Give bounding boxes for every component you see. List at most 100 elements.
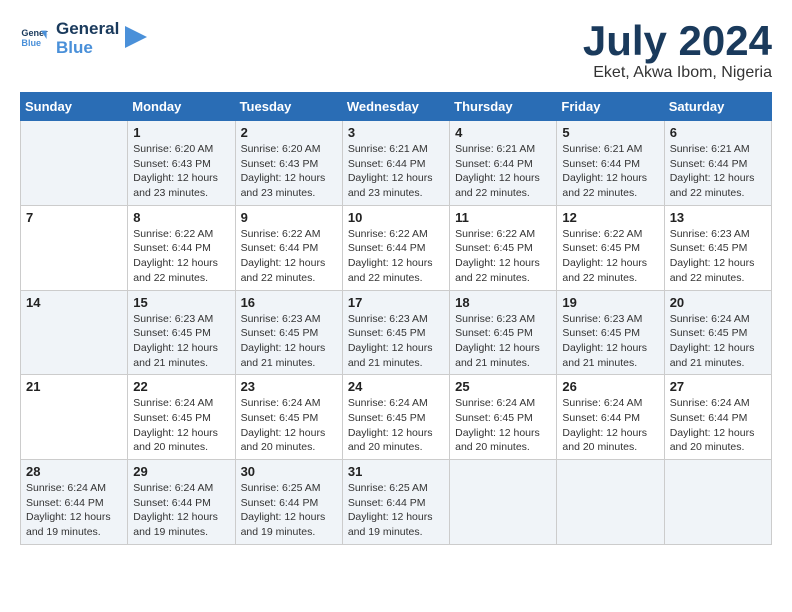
day-info: Sunrise: 6:22 AM Sunset: 6:44 PM Dayligh… (348, 227, 444, 286)
day-info: Sunrise: 6:22 AM Sunset: 6:44 PM Dayligh… (241, 227, 337, 286)
day-number: 22 (133, 379, 229, 394)
location: Eket, Akwa Ibom, Nigeria (583, 64, 772, 82)
day-info: Sunrise: 6:25 AM Sunset: 6:44 PM Dayligh… (241, 481, 337, 540)
day-info: Sunrise: 6:24 AM Sunset: 6:44 PM Dayligh… (133, 481, 229, 540)
calendar-cell: 27Sunrise: 6:24 AM Sunset: 6:44 PM Dayli… (664, 375, 771, 460)
calendar-cell (664, 460, 771, 545)
page-header: General Blue General Blue General Blue J… (20, 20, 772, 82)
day-number: 3 (348, 125, 444, 140)
calendar-cell: 4 Sunrise: 6:21 AM Sunset: 6:44 PM Daylig… (450, 121, 557, 206)
calendar-cell: 7 (21, 205, 128, 290)
header-sunday: Sunday (21, 93, 128, 121)
day-number: 24 (348, 379, 444, 394)
week-row-4: 21 22 Sunrise: 6:24 AM Sunset: 6:45 PM Day… (21, 375, 772, 460)
day-info: Sunrise: 6:20 AM Sunset: 6:43 PM Dayligh… (133, 142, 229, 201)
day-number: 5 (562, 125, 658, 140)
day-number: 16 (241, 295, 337, 310)
day-info: Sunrise: 6:24 AM Sunset: 6:44 PM Dayligh… (26, 481, 122, 540)
header-friday: Friday (557, 93, 664, 121)
calendar-cell: 28Sunrise: 6:24 AM Sunset: 6:44 PM Dayli… (21, 460, 128, 545)
logo: General Blue General Blue General Blue (20, 20, 147, 57)
day-info: Sunrise: 6:24 AM Sunset: 6:45 PM Dayligh… (133, 396, 229, 455)
day-number: 2 (241, 125, 337, 140)
day-number: 11 (455, 210, 551, 225)
calendar-table: SundayMondayTuesdayWednesdayThursdayFrid… (20, 92, 772, 545)
calendar-cell (557, 460, 664, 545)
day-info: Sunrise: 6:24 AM Sunset: 6:45 PM Dayligh… (241, 396, 337, 455)
header-monday: Monday (128, 93, 235, 121)
day-info: Sunrise: 6:24 AM Sunset: 6:44 PM Dayligh… (562, 396, 658, 455)
header-saturday: Saturday (664, 93, 771, 121)
calendar-cell: 19Sunrise: 6:23 AM Sunset: 6:45 PM Dayli… (557, 290, 664, 375)
day-info: Sunrise: 6:21 AM Sunset: 6:44 PM Dayligh… (348, 142, 444, 201)
calendar-cell: 24 Sunrise: 6:24 AM Sunset: 6:45 PM Dayli… (342, 375, 449, 460)
calendar-cell: 22 Sunrise: 6:24 AM Sunset: 6:45 PM Dayli… (128, 375, 235, 460)
calendar-cell: 10 Sunrise: 6:22 AM Sunset: 6:44 PM Dayli… (342, 205, 449, 290)
day-info: Sunrise: 6:23 AM Sunset: 6:45 PM Dayligh… (670, 227, 766, 286)
logo-general: General (56, 20, 119, 39)
week-row-5: 28Sunrise: 6:24 AM Sunset: 6:44 PM Dayli… (21, 460, 772, 545)
header-tuesday: Tuesday (235, 93, 342, 121)
day-info: Sunrise: 6:21 AM Sunset: 6:44 PM Dayligh… (670, 142, 766, 201)
logo-blue: Blue (56, 39, 119, 58)
day-info: Sunrise: 6:23 AM Sunset: 6:45 PM Dayligh… (133, 312, 229, 371)
calendar-cell: 9Sunrise: 6:22 AM Sunset: 6:44 PM Daylig… (235, 205, 342, 290)
day-number: 1 (133, 125, 229, 140)
week-row-3: 14 15 Sunrise: 6:23 AM Sunset: 6:45 PM Day… (21, 290, 772, 375)
calendar-cell: 15 Sunrise: 6:23 AM Sunset: 6:45 PM Dayli… (128, 290, 235, 375)
day-number: 23 (241, 379, 337, 394)
day-number: 7 (26, 210, 122, 225)
day-number: 17 (348, 295, 444, 310)
day-info: Sunrise: 6:24 AM Sunset: 6:45 PM Dayligh… (670, 312, 766, 371)
calendar-cell: 31Sunrise: 6:25 AM Sunset: 6:44 PM Dayli… (342, 460, 449, 545)
day-number: 19 (562, 295, 658, 310)
header-wednesday: Wednesday (342, 93, 449, 121)
svg-text:Blue: Blue (21, 38, 41, 48)
calendar-cell: 13 Sunrise: 6:23 AM Sunset: 6:45 PM Dayli… (664, 205, 771, 290)
day-number: 26 (562, 379, 658, 394)
calendar-cell: 29Sunrise: 6:24 AM Sunset: 6:44 PM Dayli… (128, 460, 235, 545)
day-info: Sunrise: 6:22 AM Sunset: 6:45 PM Dayligh… (455, 227, 551, 286)
calendar-cell: 12 Sunrise: 6:22 AM Sunset: 6:45 PM Dayli… (557, 205, 664, 290)
calendar-cell: 23 Sunrise: 6:24 AM Sunset: 6:45 PM Dayli… (235, 375, 342, 460)
calendar-cell: 6 Sunrise: 6:21 AM Sunset: 6:44 PM Daylig… (664, 121, 771, 206)
calendar-cell: 16Sunrise: 6:23 AM Sunset: 6:45 PM Dayli… (235, 290, 342, 375)
calendar-cell (21, 121, 128, 206)
month-title: July 2024 (583, 20, 772, 62)
day-info: Sunrise: 6:21 AM Sunset: 6:44 PM Dayligh… (562, 142, 658, 201)
calendar-cell: 21 (21, 375, 128, 460)
day-number: 18 (455, 295, 551, 310)
calendar-cell: 26 Sunrise: 6:24 AM Sunset: 6:44 PM Dayli… (557, 375, 664, 460)
logo-arrow-icon (125, 26, 147, 48)
day-number: 14 (26, 295, 122, 310)
day-info: Sunrise: 6:24 AM Sunset: 6:45 PM Dayligh… (455, 396, 551, 455)
calendar-cell: 20 Sunrise: 6:24 AM Sunset: 6:45 PM Dayli… (664, 290, 771, 375)
day-number: 13 (670, 210, 766, 225)
day-number: 6 (670, 125, 766, 140)
calendar-cell: 5 Sunrise: 6:21 AM Sunset: 6:44 PM Daylig… (557, 121, 664, 206)
day-number: 4 (455, 125, 551, 140)
day-number: 31 (348, 464, 444, 479)
day-number: 8 (133, 210, 229, 225)
header-thursday: Thursday (450, 93, 557, 121)
day-number: 25 (455, 379, 551, 394)
day-info: Sunrise: 6:21 AM Sunset: 6:44 PM Dayligh… (455, 142, 551, 201)
day-info: Sunrise: 6:23 AM Sunset: 6:45 PM Dayligh… (455, 312, 551, 371)
logo-icon: General Blue (20, 25, 48, 53)
week-row-1: 1 Sunrise: 6:20 AM Sunset: 6:43 PM Daylig… (21, 121, 772, 206)
day-number: 10 (348, 210, 444, 225)
day-number: 15 (133, 295, 229, 310)
day-number: 20 (670, 295, 766, 310)
day-number: 30 (241, 464, 337, 479)
calendar-cell: 14 (21, 290, 128, 375)
week-row-2: 78 Sunrise: 6:22 AM Sunset: 6:44 PM Dayli… (21, 205, 772, 290)
calendar-cell: 11 Sunrise: 6:22 AM Sunset: 6:45 PM Dayli… (450, 205, 557, 290)
calendar-cell: 30 Sunrise: 6:25 AM Sunset: 6:44 PM Dayli… (235, 460, 342, 545)
day-info: Sunrise: 6:24 AM Sunset: 6:44 PM Dayligh… (670, 396, 766, 455)
day-info: Sunrise: 6:23 AM Sunset: 6:45 PM Dayligh… (348, 312, 444, 371)
day-info: Sunrise: 6:24 AM Sunset: 6:45 PM Dayligh… (348, 396, 444, 455)
calendar-cell (450, 460, 557, 545)
day-info: Sunrise: 6:22 AM Sunset: 6:45 PM Dayligh… (562, 227, 658, 286)
day-number: 12 (562, 210, 658, 225)
calendar-cell: 2Sunrise: 6:20 AM Sunset: 6:43 PM Daylig… (235, 121, 342, 206)
